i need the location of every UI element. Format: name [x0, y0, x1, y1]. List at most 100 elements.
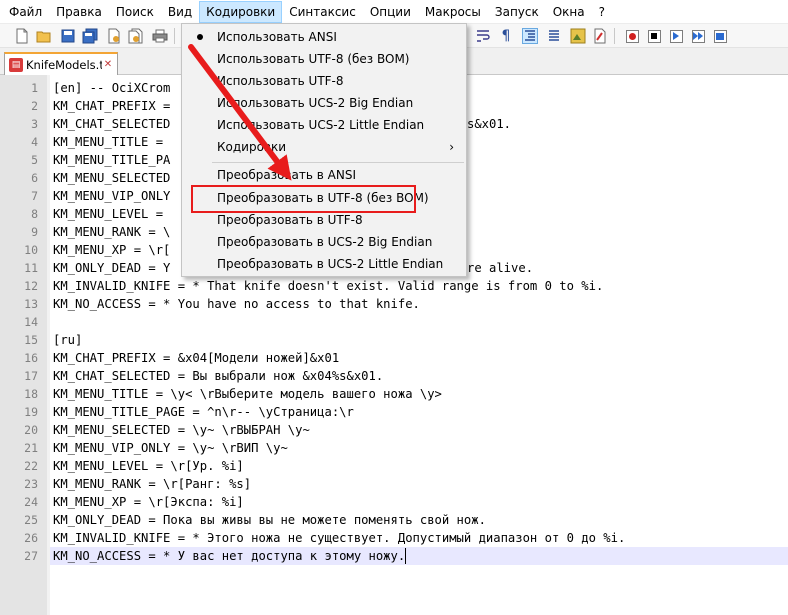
code-line: KM_MENU_RANK = \: [53, 225, 171, 239]
show-all-chars-icon[interactable]: ¶: [498, 28, 514, 44]
save-icon[interactable]: [60, 28, 76, 44]
stop-record-icon[interactable]: [646, 28, 662, 44]
line-number: 9: [31, 225, 38, 239]
close-all-icon[interactable]: [128, 28, 144, 44]
code-line: [en] -- OciXCrom: [53, 81, 171, 95]
line-number: 13: [24, 297, 38, 311]
code-text-fragment: re alive.: [467, 261, 534, 275]
menu-encoding[interactable]: Кодировки: [199, 0, 283, 23]
line-number: 21: [24, 441, 38, 455]
folder-workspace-icon[interactable]: [570, 28, 586, 44]
line-number: 17: [24, 369, 38, 383]
print-icon[interactable]: [152, 28, 168, 44]
line-number: 2: [31, 99, 38, 113]
tab-label: KnifeModels.txt: [26, 57, 102, 72]
menu-window[interactable]: Окна: [546, 1, 592, 23]
code-line: [ru]: [53, 333, 83, 347]
menu-convert-ucs2-be[interactable]: Преобразовать в UCS-2 Big Endian: [184, 231, 464, 253]
menu-search[interactable]: Поиск: [109, 1, 161, 23]
encoding-menu: Использовать ANSI Использовать UTF-8 (бе…: [181, 23, 467, 277]
menu-view[interactable]: Вид: [161, 1, 199, 23]
line-number: 12: [24, 279, 38, 293]
record-macro-icon[interactable]: [624, 28, 640, 44]
code-line: KM_MENU_LEVEL = \r[Ур. %i]: [53, 459, 244, 473]
new-file-icon[interactable]: [14, 28, 30, 44]
menu-settings[interactable]: Опции: [363, 1, 418, 23]
code-line: KM_MENU_TITLE = \y< \rВыберите модель ва…: [53, 387, 442, 401]
menu-help[interactable]: ?: [592, 1, 612, 23]
line-number: 18: [24, 387, 38, 401]
code-line: KM_ONLY_DEAD = Пока вы живы вы не можете…: [53, 513, 486, 527]
menu-use-ucs2-be[interactable]: Использовать UCS-2 Big Endian: [184, 92, 464, 114]
line-number: 10: [24, 243, 38, 257]
fold-margin: [47, 75, 50, 615]
code-line: KM_MENU_SELECTED: [53, 171, 171, 185]
code-line: KM_MENU_TITLE_PA: [53, 153, 171, 167]
indent-guide-icon[interactable]: [522, 28, 538, 44]
line-number: 11: [24, 261, 38, 275]
code-line: KM_MENU_SELECTED = \y~ \rВЫБРАН \y~: [53, 423, 310, 437]
code-line: KM_MENU_XP = \r[Экспа: %i]: [53, 495, 244, 509]
line-number: 7: [31, 189, 38, 203]
line-number: 1: [31, 81, 38, 95]
menu-bar: Файл Правка Поиск Вид Кодировки Синтакси…: [0, 0, 788, 24]
code-line: KM_NO_ACCESS = * You have no access to t…: [53, 297, 420, 311]
menu-character-sets[interactable]: Кодировки ›: [184, 136, 464, 158]
open-file-icon[interactable]: [36, 28, 52, 44]
line-number: 25: [24, 513, 38, 527]
text-caret: [405, 548, 407, 564]
menu-convert-ucs2-le[interactable]: Преобразовать в UCS-2 Little Endian: [184, 253, 464, 275]
line-number: 24: [24, 495, 38, 509]
line-number: 14: [24, 315, 38, 329]
annotation-highlight-box: [191, 185, 416, 213]
line-number: 22: [24, 459, 38, 473]
menu-use-ucs2-le[interactable]: Использовать UCS-2 Little Endian: [184, 114, 464, 136]
selected-bullet-icon: [197, 34, 203, 40]
word-wrap-icon[interactable]: [476, 28, 492, 44]
play-macro-icon[interactable]: [668, 28, 684, 44]
code-line: KM_ONLY_DEAD = Y: [53, 261, 171, 275]
tab-knifemodels[interactable]: ▤ KnifeModels.txt ✕: [4, 52, 118, 75]
line-number: 23: [24, 477, 38, 491]
menu-use-utf8-no-bom[interactable]: Использовать UTF-8 (без BOM): [184, 48, 464, 70]
menu-edit[interactable]: Правка: [49, 1, 109, 23]
line-number: 19: [24, 405, 38, 419]
menu-convert-ansi[interactable]: Преобразовать в ANSI: [184, 164, 464, 186]
line-number: 6: [31, 171, 38, 185]
tab-close-icon[interactable]: ✕: [102, 59, 114, 71]
code-line: KM_MENU_TITLE =: [53, 135, 164, 149]
line-number: 4: [31, 135, 38, 149]
run-macro-multiple-icon[interactable]: [690, 28, 706, 44]
menu-use-ansi[interactable]: Использовать ANSI: [184, 26, 464, 48]
line-number: 27: [24, 549, 38, 563]
file-modified-icon: ▤: [9, 57, 23, 72]
menu-file[interactable]: Файл: [2, 1, 49, 23]
code-line: KM_INVALID_KNIFE = * Этого ножа не сущес…: [53, 531, 626, 545]
code-line: KM_MENU_RANK = \r[Ранг: %s]: [53, 477, 252, 491]
code-line: KM_MENU_XP = \r[: [53, 243, 171, 257]
code-line: KM_NO_ACCESS = * У вас нет доступа к это…: [53, 549, 406, 563]
menu-run[interactable]: Запуск: [488, 1, 546, 23]
close-icon[interactable]: [106, 28, 122, 44]
line-number: 16: [24, 351, 38, 365]
function-list-icon[interactable]: [546, 28, 562, 44]
code-line: KM_MENU_TITLE_PAGE = ^n\r-- \yСтраница:\…: [53, 405, 354, 419]
menu-separator: [212, 162, 464, 163]
code-line: KM_MENU_VIP_ONLY: [53, 189, 171, 203]
line-number: 5: [31, 153, 38, 167]
code-line: KM_CHAT_SELECTED: [53, 117, 171, 131]
submenu-arrow-icon: ›: [449, 140, 454, 154]
code-line: KM_CHAT_PREFIX =: [53, 99, 171, 113]
code-line: KM_INVALID_KNIFE = * That knife doesn't …: [53, 279, 604, 293]
document-map-icon[interactable]: [592, 28, 608, 44]
menu-use-utf8[interactable]: Использовать UTF-8: [184, 70, 464, 92]
line-number: 8: [31, 207, 38, 221]
line-number: 20: [24, 423, 38, 437]
line-number: 26: [24, 531, 38, 545]
code-line: KM_CHAT_SELECTED = Вы выбрали нож &x04%s…: [53, 369, 384, 383]
save-all-icon[interactable]: [82, 28, 98, 44]
code-line: KM_CHAT_PREFIX = &x04[Модели ножей]&x01: [53, 351, 340, 365]
menu-macro[interactable]: Макросы: [418, 1, 488, 23]
menu-language[interactable]: Синтаксис: [282, 1, 363, 23]
save-macro-icon[interactable]: [712, 28, 728, 44]
